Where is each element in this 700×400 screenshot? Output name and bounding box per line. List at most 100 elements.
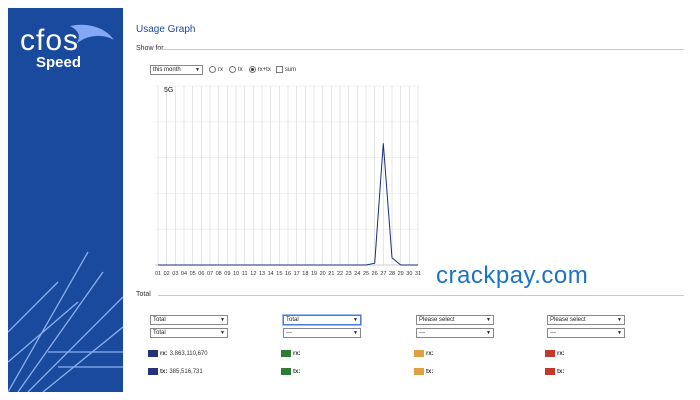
total-select-secondary-4[interactable]: --- ▼ xyxy=(547,328,625,338)
x-tick-label: 07 xyxy=(207,271,213,277)
logo-subtext: Speed xyxy=(36,54,82,71)
total-select-secondary-1[interactable]: Total ▼ xyxy=(150,328,228,338)
main-panel: Usage Graph Show for this month ▼ rx tx … xyxy=(136,8,692,392)
decorative-lines-icon xyxy=(8,251,123,392)
tx-label: tx: xyxy=(293,368,301,375)
select-value: --- xyxy=(419,330,425,336)
x-tick-label: 23 xyxy=(346,271,352,277)
chevron-down-icon: ▼ xyxy=(195,66,200,73)
tx-legend-3: tx: xyxy=(414,368,435,375)
x-tick-label: 27 xyxy=(380,271,386,277)
total-select-primary-3[interactable]: Please select ▼ xyxy=(416,315,494,325)
sum-checkbox-label: sum xyxy=(284,66,297,73)
logo-text: cfos xyxy=(20,24,80,57)
x-tick-label: 31 xyxy=(415,271,421,277)
x-tick-label: 03 xyxy=(172,271,178,277)
total-select-secondary-2[interactable]: --- ▼ xyxy=(283,328,361,338)
x-tick-label: 29 xyxy=(398,271,404,277)
tx-label: tx: xyxy=(426,368,434,375)
tx-label: tx: xyxy=(160,368,168,375)
show-for-controls: this month ▼ rx tx rx+tx sum xyxy=(150,64,296,75)
x-tick-label: 18 xyxy=(302,271,308,277)
sidebar: cfos Speed xyxy=(8,8,123,392)
tx-radio-label: tx xyxy=(238,66,243,73)
x-tick-label: 09 xyxy=(224,271,230,277)
divider xyxy=(158,295,684,296)
x-tick-label: 04 xyxy=(181,271,187,277)
sum-checkbox[interactable] xyxy=(275,66,283,73)
color-swatch xyxy=(545,350,555,357)
tx-label: tx: xyxy=(557,368,565,375)
rx-legend-4: rx: xyxy=(545,350,567,357)
rx-legend-3: rx: xyxy=(414,350,436,357)
x-tick-label: 15 xyxy=(276,271,282,277)
x-tick-label: 30 xyxy=(406,271,412,277)
x-axis-labels: 01 02 03 04 05 06 07 08 09 10 11 12 13 14 15 16 17 18 19 20… xyxy=(155,271,421,277)
color-swatch xyxy=(545,368,555,375)
period-select-value: this month xyxy=(153,66,181,73)
x-tick-label: 24 xyxy=(354,271,360,277)
divider xyxy=(158,49,684,50)
chevron-down-icon: ▼ xyxy=(617,317,622,323)
x-tick-label: 11 xyxy=(242,271,248,277)
tx-value: 385,516,731 xyxy=(169,368,203,375)
y-axis-top-label: 5G xyxy=(164,87,173,94)
color-swatch xyxy=(281,350,291,357)
period-select[interactable]: this month ▼ xyxy=(150,64,203,75)
x-tick-label: 20 xyxy=(320,271,326,277)
total-select-primary-1[interactable]: Total ▼ xyxy=(150,315,228,325)
color-swatch xyxy=(414,350,424,357)
total-select-primary-2[interactable]: Total ▼ xyxy=(283,315,361,325)
page-title: Usage Graph xyxy=(136,24,196,35)
chevron-down-icon: ▼ xyxy=(353,330,358,336)
x-tick-label: 22 xyxy=(337,271,343,277)
color-swatch xyxy=(281,368,291,375)
rx-label: rx: xyxy=(557,350,565,357)
total-select-secondary-3[interactable]: --- ▼ xyxy=(416,328,494,338)
x-tick-label: 12 xyxy=(250,271,256,277)
x-tick-label: 10 xyxy=(233,271,239,277)
color-swatch xyxy=(414,368,424,375)
total-label: Total xyxy=(136,291,151,298)
chevron-down-icon: ▼ xyxy=(617,330,622,336)
tx-radio[interactable] xyxy=(229,66,236,73)
chevron-down-icon: ▼ xyxy=(353,317,358,323)
color-swatch xyxy=(148,350,158,357)
x-tick-label: 08 xyxy=(216,271,222,277)
select-value: Please select xyxy=(550,317,586,323)
x-tick-label: 05 xyxy=(190,271,196,277)
x-tick-label: 13 xyxy=(259,271,265,277)
rx-label: rx: xyxy=(160,350,168,357)
select-value: --- xyxy=(286,330,292,336)
usage-graph: 5G 01 02 03 04 05 06 07 08 09 10 11 12 13 14 15 16 17 18 1… xyxy=(146,82,426,282)
x-tick-label: 26 xyxy=(372,271,378,277)
select-value: Please select xyxy=(419,317,455,323)
rx-value: 3,863,110,670 xyxy=(169,350,208,357)
tx-legend-4: tx: xyxy=(545,368,566,375)
watermark-text: crackpay.com xyxy=(436,262,589,289)
x-tick-label: 16 xyxy=(285,271,291,277)
rx-label: rx: xyxy=(293,350,301,357)
rx-radio-label: rx xyxy=(218,66,223,73)
x-tick-label: 02 xyxy=(164,271,170,277)
chevron-down-icon: ▼ xyxy=(486,330,491,336)
x-tick-label: 06 xyxy=(198,271,204,277)
tx-legend-2: tx: xyxy=(281,368,302,375)
x-tick-label: 14 xyxy=(268,271,274,277)
chevron-down-icon: ▼ xyxy=(220,317,225,323)
select-value: Total xyxy=(153,330,166,336)
select-value: --- xyxy=(550,330,556,336)
x-tick-label: 28 xyxy=(389,271,395,277)
select-value: Total xyxy=(286,317,299,323)
rx-tx-radio[interactable] xyxy=(248,66,256,73)
rx-radio[interactable] xyxy=(209,66,216,73)
x-tick-label: 01 xyxy=(155,271,161,277)
total-select-primary-4[interactable]: Please select ▼ xyxy=(547,315,625,325)
color-swatch xyxy=(148,368,158,375)
x-tick-label: 21 xyxy=(328,271,334,277)
x-tick-label: 25 xyxy=(363,271,369,277)
rx-legend-2: rx: xyxy=(281,350,303,357)
rx-legend-1: rx: 3,863,110,670 xyxy=(148,350,208,357)
x-tick-label: 17 xyxy=(294,271,300,277)
rx-tx-radio-label: rx+tx xyxy=(257,66,271,73)
